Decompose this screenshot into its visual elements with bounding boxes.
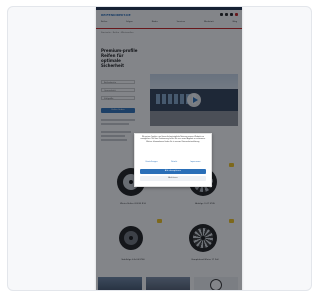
imprint-link[interactable]: Impressum	[190, 161, 200, 164]
cookie-consent-text: Wir nutzen Cookies, um Ihnen die bestmög…	[140, 137, 206, 143]
cookie-links: Einstellungen Details Impressum	[139, 161, 207, 164]
webpage: REIFENDIREKT.DE Reifen Felgen Räder Serv…	[96, 7, 242, 290]
cookie-settings-link[interactable]: Einstellungen	[146, 161, 158, 164]
screenshot-card: REIFENDIREKT.DE Reifen Felgen Räder Serv…	[7, 6, 312, 291]
accept-cookies-button[interactable]: Alle akzeptieren	[140, 169, 206, 174]
cookie-details-link[interactable]: Details	[171, 161, 177, 164]
decline-cookies-button[interactable]: Ablehnen	[140, 176, 206, 181]
cookie-consent-dialog: Wir nutzen Cookies, um Ihnen die bestmög…	[134, 133, 212, 187]
